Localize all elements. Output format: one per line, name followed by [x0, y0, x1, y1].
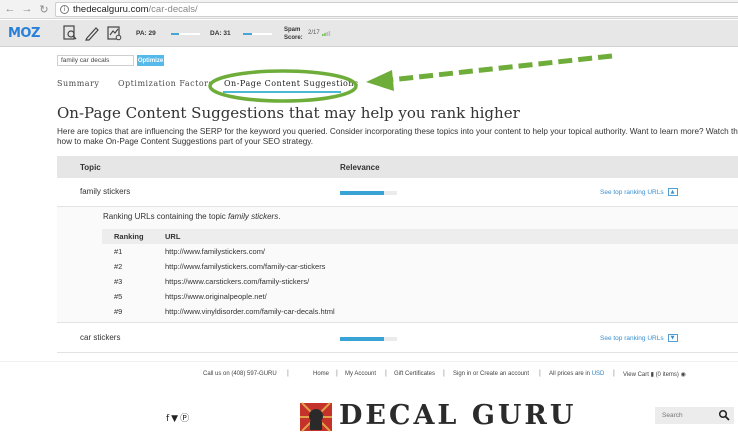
pa-label: PA: 29 — [136, 30, 156, 37]
column-topic: Topic — [80, 163, 101, 172]
see-top-ranking-label: See top ranking URLs — [600, 188, 664, 196]
prices-prefix: All prices are in — [549, 371, 591, 377]
footer-view-cart[interactable]: View Cart ▮ (0 items) ◉ — [623, 371, 686, 378]
see-top-ranking-urls-link[interactable]: See top ranking URLs ▲ — [600, 188, 678, 196]
ranking-url[interactable]: http://www.vinyldisorder.com/family-car-… — [165, 307, 335, 316]
settings-report-icon[interactable] — [106, 25, 122, 41]
cart-items: (0 items) — [655, 372, 679, 378]
column-ranking: Ranking — [114, 232, 144, 241]
caption-prefix: Ranking URLs containing the topic — [103, 212, 228, 221]
browser-toolbar: ← → ↻ i thedecalguru.com/car-decals/ — [0, 0, 738, 19]
relevance-bar — [340, 191, 397, 195]
relevance-bar — [340, 337, 397, 341]
tab-optimization-factors[interactable]: Optimization Factors — [118, 79, 213, 88]
footer-separator: | — [613, 370, 615, 377]
page-title: On-Page Content Suggestions that may hel… — [57, 104, 520, 122]
page-description: Here are topics that are influencing the… — [57, 127, 738, 147]
footer-separator: | — [443, 370, 445, 377]
rank: #5 — [114, 292, 123, 301]
view-cart-label: View Cart — [623, 372, 649, 378]
footer-prices: All prices are in USD — [549, 371, 604, 377]
caption-suffix: . — [278, 212, 281, 221]
currency-link[interactable]: USD — [592, 371, 605, 377]
topic-name: car stickers — [80, 333, 121, 342]
topic-name: family stickers — [80, 187, 131, 196]
keyword-input[interactable] — [57, 55, 134, 66]
social-icons: f▼Ⓟ — [166, 411, 191, 424]
table-row: #1 http://www.familystickers.com/ — [102, 244, 738, 259]
spam-score-value: 2/17 — [308, 30, 320, 36]
reload-icon[interactable]: ↻ — [37, 2, 51, 16]
page-analysis-icon[interactable] — [62, 25, 78, 41]
footer-link-gift-certificates[interactable]: Gift Certificates — [394, 371, 435, 377]
site-logo[interactable]: DECAL GURU — [339, 400, 576, 431]
address-bar[interactable]: i thedecalguru.com/car-decals/ — [55, 2, 738, 17]
tab-on-page-content-suggestions[interactable]: On-Page Content Suggestions — [224, 79, 359, 88]
caption-topic: family stickers — [227, 212, 279, 221]
ranking-urls-panel: Ranking URLs containing the topic family… — [57, 207, 738, 323]
twitter-icon[interactable]: ▼ — [171, 414, 180, 424]
table-row: car stickers See top ranking URLs ▼ — [57, 323, 738, 353]
see-top-ranking-label: See top ranking URLs — [600, 334, 664, 342]
trash-icon: ▮ — [650, 372, 654, 378]
footer-separator: | — [336, 370, 338, 377]
decal-guru-emblem-icon[interactable] — [298, 401, 334, 433]
footer-separator: | — [539, 370, 541, 377]
footer-phone: Call us on (408) 597-GURU — [203, 371, 277, 377]
ranking-caption: Ranking URLs containing the topic family… — [103, 212, 280, 221]
rank: #2 — [114, 262, 123, 271]
table-row: #5 https://www.originalpeople.net/ — [102, 289, 738, 304]
table-row: #2 http://www.familystickers.com/family-c… — [102, 259, 738, 274]
optimize-button[interactable]: Optimize — [137, 55, 164, 66]
see-top-ranking-urls-link[interactable]: See top ranking URLs ▼ — [600, 334, 678, 342]
chevron-up-icon[interactable]: ▲ — [667, 188, 678, 196]
moz-toolbar: MOZ PA: 29 DA: 31 Spam Score: 2/17 — [0, 20, 738, 47]
rank: #1 — [114, 247, 123, 256]
moz-logo[interactable]: MOZ — [8, 26, 40, 41]
ranking-url[interactable]: https://www.originalpeople.net/ — [165, 292, 267, 301]
url-path: /car-decals/ — [148, 4, 198, 15]
footer-link-home[interactable]: Home — [313, 371, 329, 377]
ranking-table-header: Ranking URL — [102, 229, 738, 244]
spam-label-line1: Spam — [284, 27, 301, 33]
ranking-url[interactable]: https://www.carstickers.com/family-stick… — [165, 277, 309, 286]
url-host: thedecalguru.com — [73, 4, 149, 15]
active-tab-indicator — [223, 91, 341, 93]
footer-link-account[interactable]: My Account — [345, 371, 376, 377]
description-line-1: Here are topics that are influencing the… — [57, 127, 738, 136]
info-icon[interactable]: i — [60, 5, 69, 14]
forward-icon[interactable]: → — [20, 2, 34, 16]
pa-bar — [171, 33, 200, 35]
table-row: family stickers See top ranking URLs ▲ — [57, 177, 738, 207]
spam-label-line2: Score: — [284, 35, 303, 41]
pinterest-icon[interactable]: Ⓟ — [180, 414, 191, 424]
column-relevance: Relevance — [340, 163, 380, 172]
footer-separator: | — [287, 370, 289, 377]
chevron-down-icon[interactable]: ▼ — [667, 334, 678, 342]
column-url: URL — [165, 232, 181, 241]
ranking-url[interactable]: http://www.familystickers.com/ — [165, 247, 265, 256]
search-icon[interactable] — [718, 409, 730, 421]
description-line-2: how to make On-Page Content Suggestions … — [57, 137, 314, 146]
spam-score-label: Spam Score: — [284, 26, 303, 42]
topics-table-header: Topic Relevance — [57, 156, 738, 178]
rank: #3 — [114, 277, 123, 286]
footer-separator: | — [385, 370, 387, 377]
ranking-url[interactable]: http://www.familystickers.com/family-car… — [165, 262, 325, 271]
da-bar — [243, 33, 272, 35]
highlighter-icon[interactable] — [84, 25, 100, 41]
tab-summary[interactable]: Summary — [57, 79, 99, 88]
table-row: #3 https://www.carstickers.com/family-sti… — [102, 274, 738, 289]
table-row: #9 http://www.vinyldisorder.com/family-ca… — [102, 304, 738, 319]
spam-meter-icon — [322, 31, 331, 36]
back-icon[interactable]: ← — [3, 2, 17, 16]
footer-link-signin[interactable]: Sign in or Create an account — [453, 371, 529, 377]
eye-icon: ◉ — [680, 372, 686, 378]
da-label: DA: 31 — [210, 30, 231, 37]
rank: #9 — [114, 307, 123, 316]
